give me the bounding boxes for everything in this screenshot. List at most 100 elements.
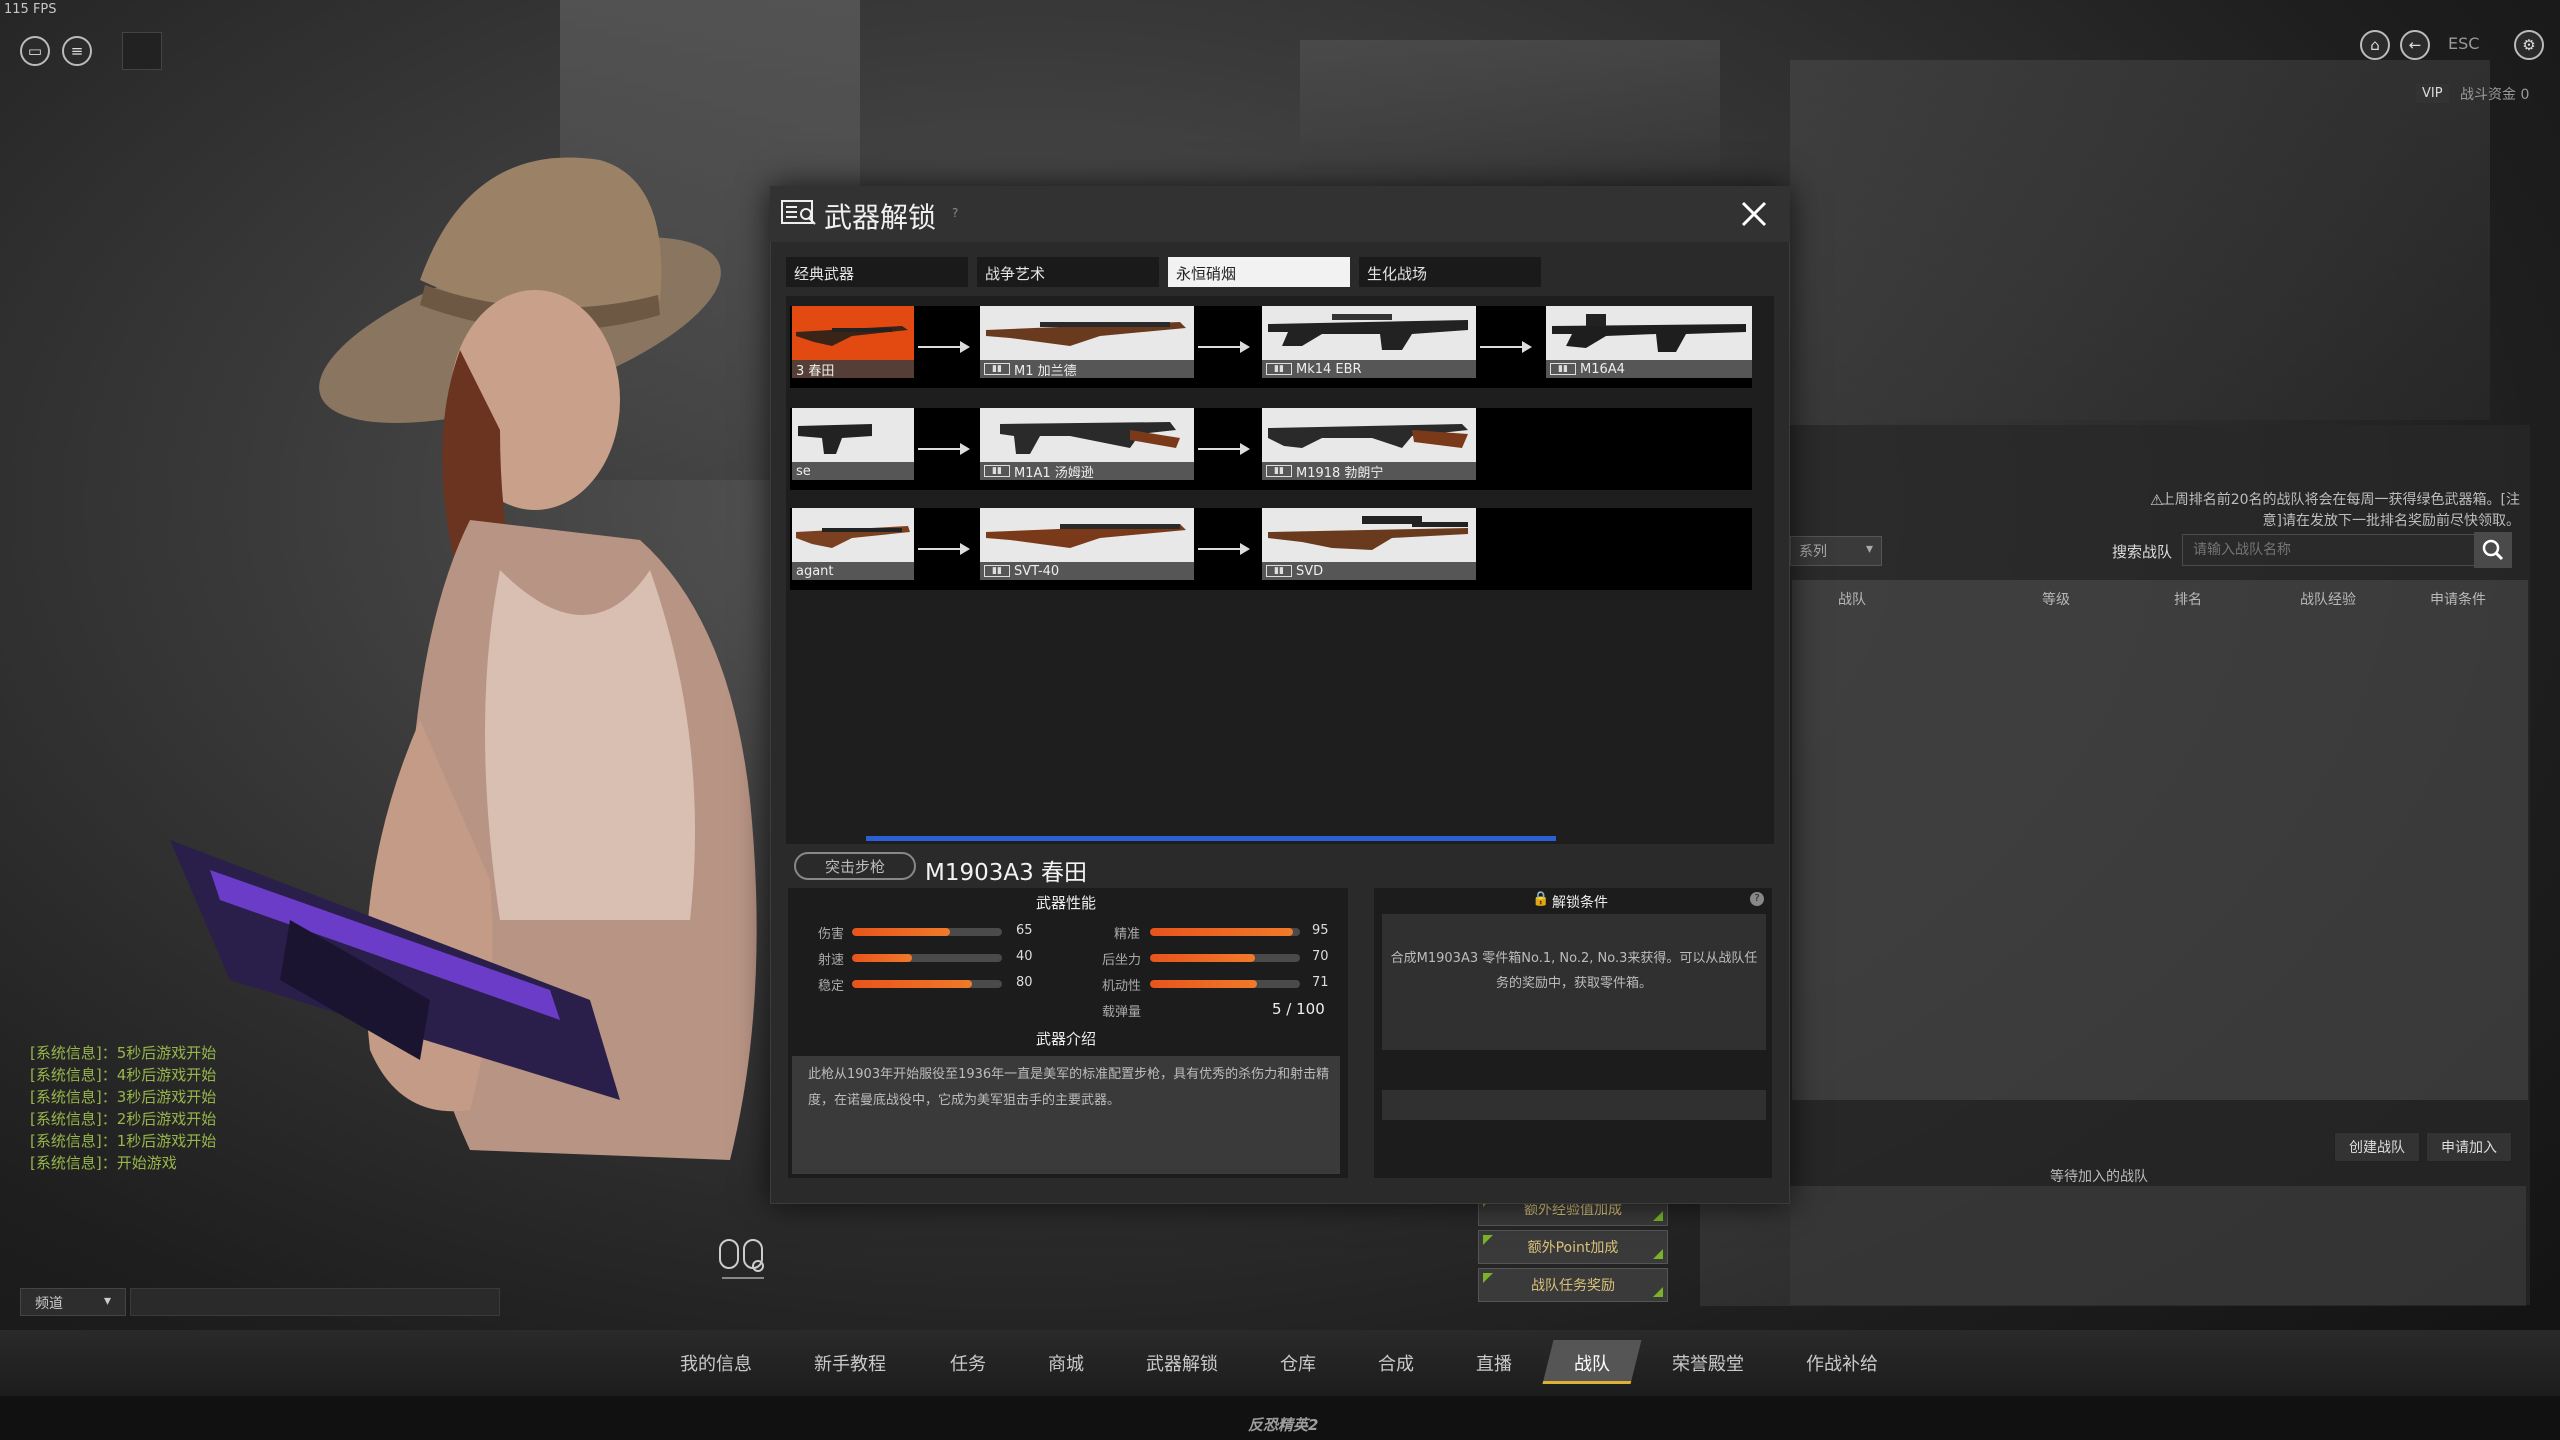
team-filter-select[interactable]: 系列 ▾ xyxy=(1790,536,1882,566)
rifle-image xyxy=(796,526,910,548)
weapon-node-springfield[interactable]: 3 春田 xyxy=(792,306,914,378)
nav-craft[interactable]: 合成 xyxy=(1378,1350,1414,1376)
chat-icon[interactable]: ▭ xyxy=(20,36,50,66)
waiting-label: 等待加入的战队 xyxy=(2050,1169,2148,1185)
chat-message: [系统信息]：4秒后游戏开始 xyxy=(30,1066,217,1084)
close-icon[interactable] xyxy=(1736,196,1772,232)
team-filter-value: 系列 xyxy=(1799,544,1827,560)
gear-icon[interactable]: ⚙ xyxy=(2514,30,2544,60)
nav-shop[interactable]: 商城 xyxy=(1048,1350,1084,1376)
nav-live[interactable]: 直播 xyxy=(1476,1350,1512,1376)
stat-fill xyxy=(852,928,950,936)
weapon-node-label: M16A4 xyxy=(1580,361,1625,377)
stat-value: 40 xyxy=(1016,949,1033,964)
tab-art-of-war[interactable]: 战争艺术 xyxy=(977,257,1159,287)
bonus-point-button[interactable]: 额外Point加成 xyxy=(1478,1230,1668,1264)
weapon-node-label: SVD xyxy=(1296,563,1324,579)
help-icon[interactable]: ? xyxy=(952,206,958,220)
team-mission-reward-button[interactable]: 战队任务奖励 xyxy=(1478,1268,1668,1302)
tree-scrollbar[interactable] xyxy=(866,836,1556,841)
col-exp: 战队经验 xyxy=(2300,592,2356,608)
weapon-node-label: M1A1 汤姆逊 xyxy=(1014,465,1094,481)
stat-bar-accuracy xyxy=(1150,928,1300,936)
weapon-node-label: M1 加兰德 xyxy=(1014,363,1077,379)
nav-team[interactable]: 战队 xyxy=(1574,1350,1610,1376)
nav-weapon-unlock[interactable]: 武器解锁 xyxy=(1146,1350,1218,1376)
tab-eternal-smoke[interactable]: 永恒硝烟 xyxy=(1168,257,1350,287)
owned-icon: ▮▮ xyxy=(984,465,1010,477)
arrow-icon xyxy=(1198,543,1250,555)
stat-value: 70 xyxy=(1312,949,1329,964)
fps-counter: 115 FPS xyxy=(4,2,57,17)
weapon-node-m1-garand[interactable]: ▮▮ M1 加兰德 xyxy=(980,306,1194,378)
arrow-icon xyxy=(1480,341,1532,353)
weapon-node-mk14-ebr[interactable]: ▮▮ Mk14 EBR xyxy=(1262,306,1476,378)
arrow-icon xyxy=(918,543,970,555)
tab-bio-battlefield[interactable]: 生化战场 xyxy=(1359,257,1541,287)
chat-message: [系统信息]：1秒后游戏开始 xyxy=(30,1132,217,1150)
chat-message: [系统信息]：3秒后游戏开始 xyxy=(30,1088,217,1106)
team-warning: 上周排名前20名的战队将会在每周一获得绿色武器箱。[注意]请在发放下一批排名奖励… xyxy=(2160,492,2520,529)
col-team: 战队 xyxy=(1838,592,1866,608)
team-search-input[interactable] xyxy=(2182,534,2476,566)
arrow-icon xyxy=(918,443,970,455)
rifle-image xyxy=(796,326,908,346)
arrow-icon xyxy=(1198,341,1250,353)
nav-supply[interactable]: 作战补给 xyxy=(1806,1350,1878,1376)
apply-join-button[interactable]: 申请加入 xyxy=(2426,1132,2512,1162)
create-team-button[interactable]: 创建战队 xyxy=(2334,1132,2420,1162)
nav-tutorial[interactable]: 新手教程 xyxy=(814,1350,886,1376)
channel-value: 频道 xyxy=(35,1296,63,1312)
weapon-node-m16a4[interactable]: ▮▮ M16A4 xyxy=(1546,306,1752,378)
selected-weapon-name: M1903A3 春田 xyxy=(925,860,1088,886)
back-icon[interactable]: ← xyxy=(2400,30,2430,60)
stat-bar-mobility xyxy=(1150,980,1300,988)
game-logo: 反恐精英2 xyxy=(1248,1416,1319,1434)
esc-label[interactable]: ESC xyxy=(2448,34,2479,53)
weapon-node-label: SVT-40 xyxy=(1014,563,1060,579)
col-level: 等级 xyxy=(2042,592,2070,608)
weapon-node-label: 3 春田 xyxy=(796,363,835,379)
weapon-node-nagant[interactable]: agant xyxy=(792,508,914,580)
stat-label: 稳定 xyxy=(818,979,845,994)
weapon-node-svt-40[interactable]: ▮▮ SVT-40 xyxy=(980,508,1194,580)
weapon-node-se[interactable]: se xyxy=(792,408,914,480)
help-icon[interactable]: ? xyxy=(1750,892,1764,906)
nav-my-info[interactable]: 我的信息 xyxy=(680,1350,752,1376)
stat-value: 65 xyxy=(1016,923,1033,938)
smg-image xyxy=(1000,422,1180,454)
battle-fund: 战斗资金 0 xyxy=(2460,87,2530,103)
unlock-description: 合成M1903A3 零件箱No.1, No.2, No.3来获得。可以从战队任务… xyxy=(1390,951,1758,991)
unlock-action-bar xyxy=(1382,1090,1766,1120)
weapon-node-m1918-bar[interactable]: ▮▮ M1918 勃朗宁 xyxy=(1262,408,1476,480)
arrow-icon xyxy=(918,341,970,353)
col-rank: 排名 xyxy=(2174,592,2202,608)
owned-icon: ▮▮ xyxy=(1550,363,1576,375)
menu-icon[interactable]: ≡ xyxy=(62,36,92,66)
rifle-image xyxy=(1268,314,1468,350)
nav-mission[interactable]: 任务 xyxy=(950,1350,986,1376)
channel-select[interactable]: 频道 ▾ xyxy=(20,1288,126,1316)
weapon-node-m1a1-thompson[interactable]: ▮▮ M1A1 汤姆逊 xyxy=(980,408,1194,480)
nav-hall-of-honor[interactable]: 荣誉殿堂 xyxy=(1672,1350,1744,1376)
home-icon[interactable]: ⌂ xyxy=(2360,30,2390,60)
nav-inventory[interactable]: 仓库 xyxy=(1280,1350,1316,1376)
stat-value: 71 xyxy=(1312,975,1329,990)
avatar[interactable] xyxy=(122,32,162,70)
stat-label: 后坐力 xyxy=(1102,953,1142,968)
team-search-label: 搜索战队 xyxy=(2112,543,2173,561)
tree-row: 3 春田 ▮▮ M1 加兰德 ▮▮ Mk14 EBR ▮▮ M16A4 xyxy=(790,306,1752,388)
rifle-image xyxy=(986,322,1186,346)
stat-label: 机动性 xyxy=(1102,979,1142,994)
owned-icon: ▮▮ xyxy=(984,363,1010,375)
stat-value: 80 xyxy=(1016,975,1033,990)
stat-fill xyxy=(852,980,972,988)
chat-input[interactable] xyxy=(130,1288,500,1316)
stat-fill xyxy=(1150,928,1293,936)
stat-bar-fire-rate xyxy=(852,954,1002,962)
search-icon[interactable] xyxy=(2474,532,2512,568)
weapon-node-svd[interactable]: ▮▮ SVD xyxy=(1262,508,1476,580)
chat-message: [系统信息]：2秒后游戏开始 xyxy=(30,1110,217,1128)
mouse-hint-icon xyxy=(719,1239,764,1279)
tab-classic-weapons[interactable]: 经典武器 xyxy=(786,257,968,287)
